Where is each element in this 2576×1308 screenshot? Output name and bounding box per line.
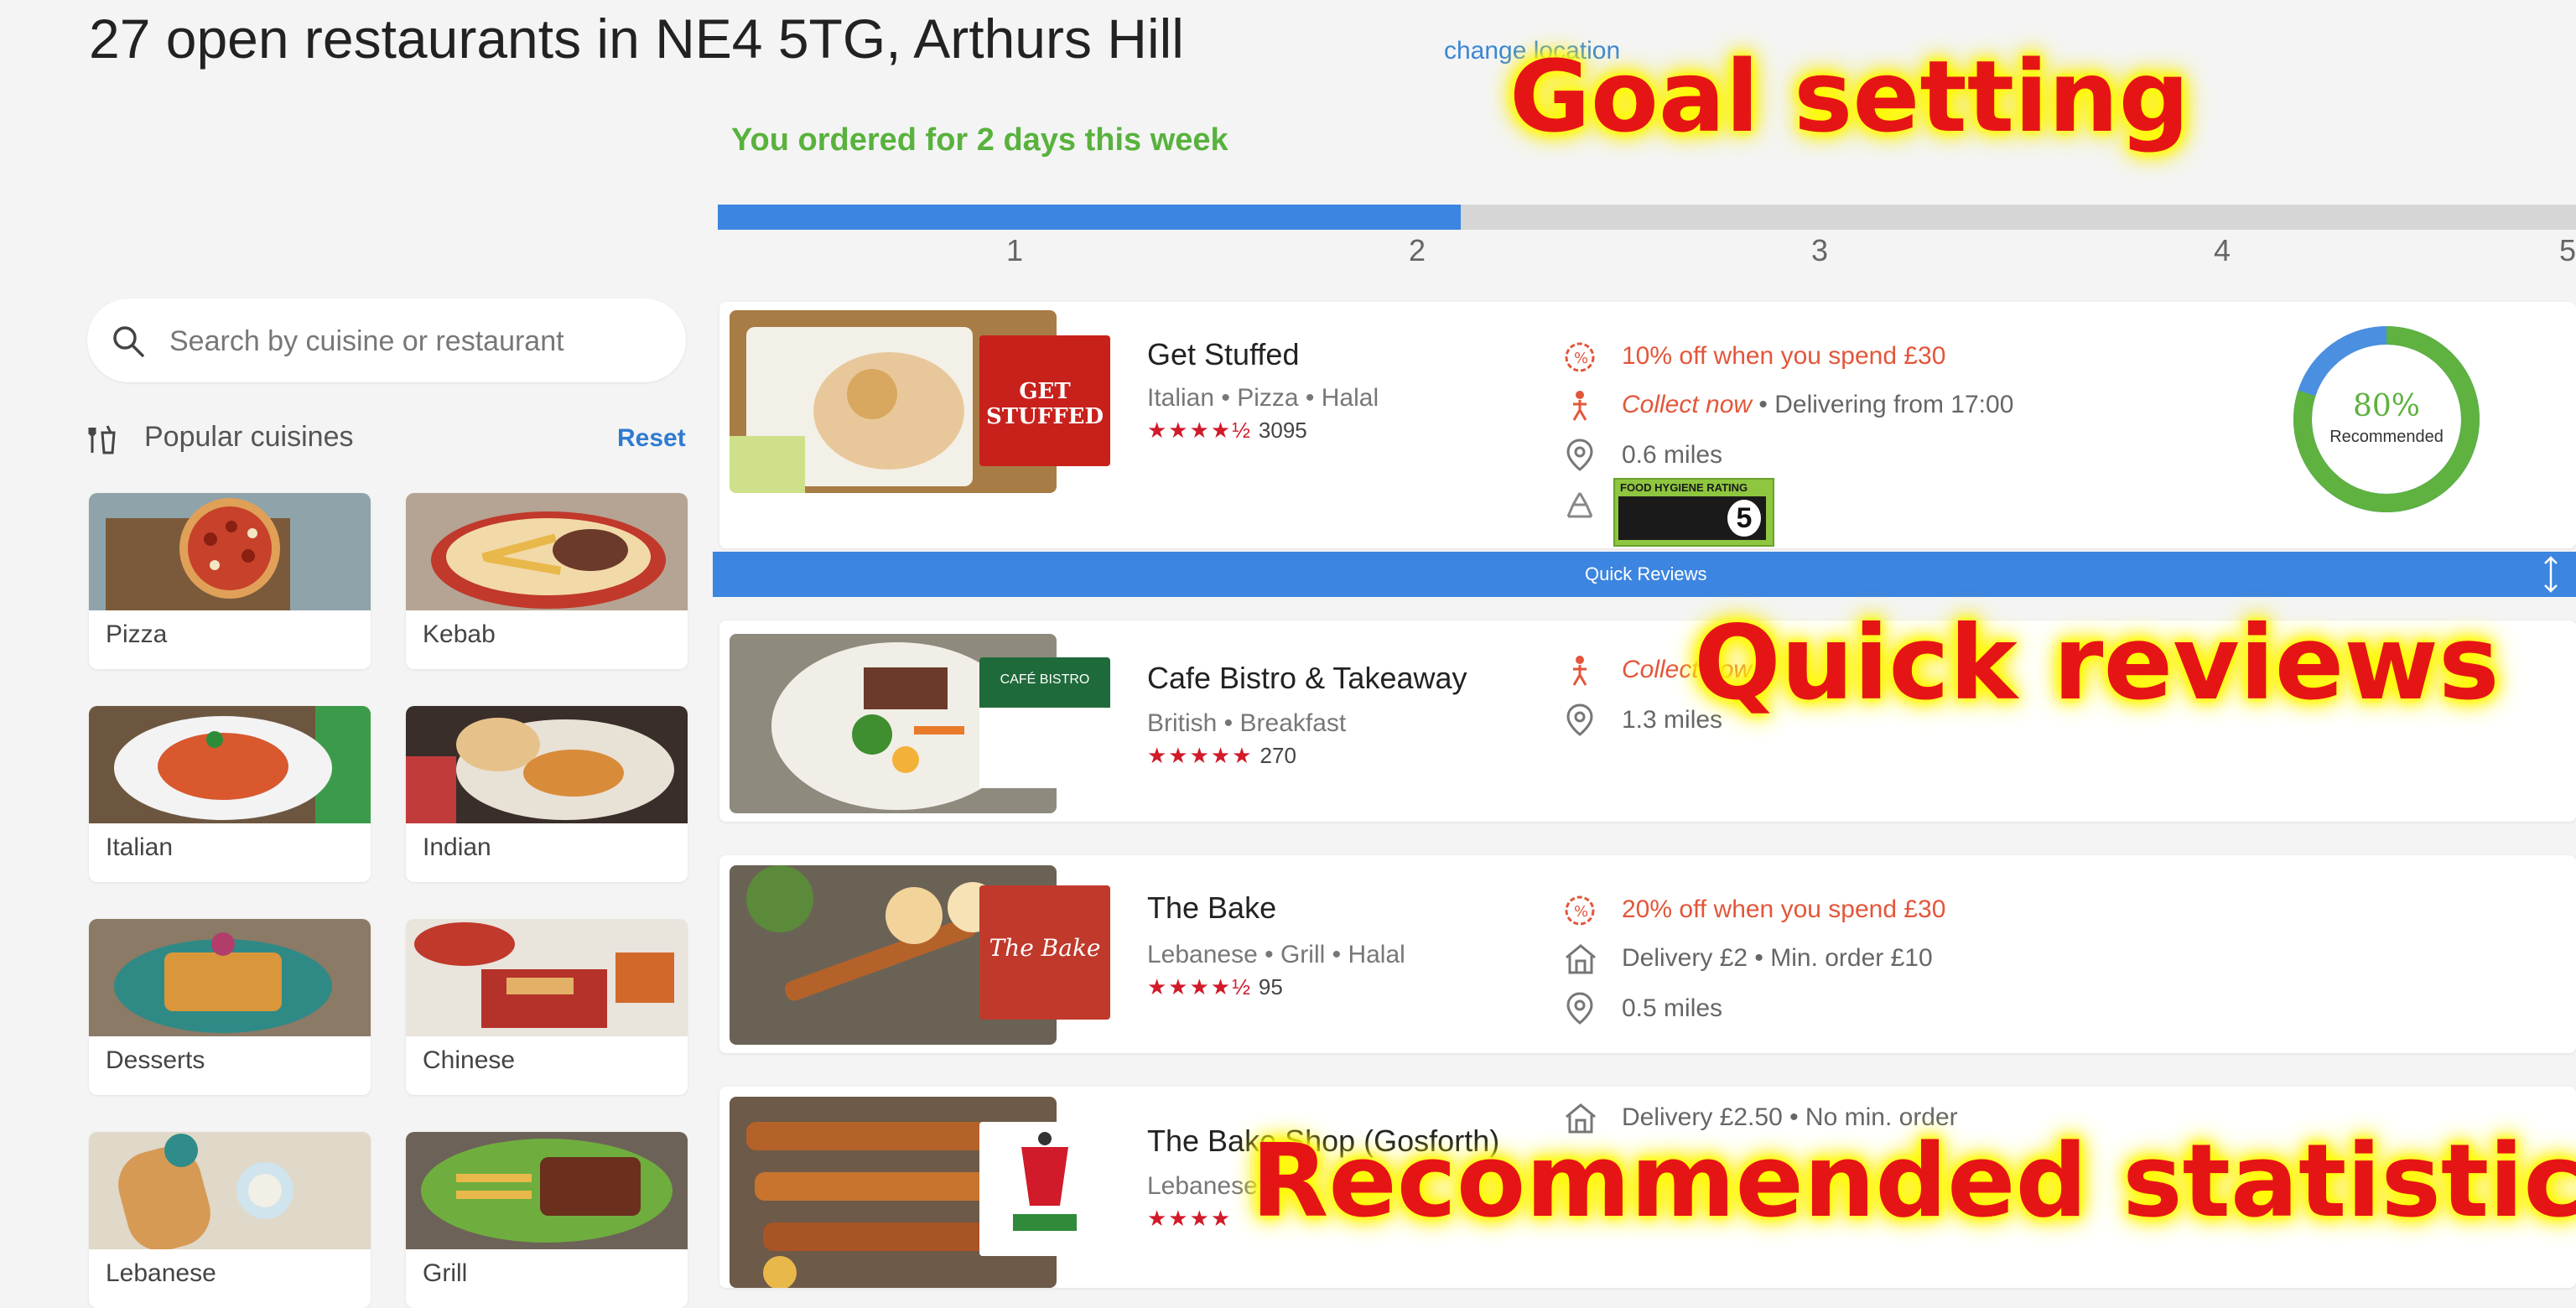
- collect-icon: [1572, 391, 1587, 421]
- delivery-time: • Delivering from 17:00: [1752, 391, 2014, 418]
- chinese-image: [406, 919, 688, 1036]
- cuisine-card-pizza[interactable]: Pizza: [89, 493, 371, 669]
- logo-text: The Bake: [989, 934, 1101, 962]
- kebab-image: [406, 493, 688, 610]
- annotation-quick-reviews: Quick reviews: [1694, 604, 2500, 723]
- cuisine-label: Italian: [106, 833, 174, 861]
- page-title: 27 open restaurants in NE4 5TG, Arthurs …: [89, 8, 1184, 70]
- cuisine-card-italian[interactable]: Italian: [89, 706, 371, 882]
- delivery-text: Delivery £2 • Min. order £10: [1622, 944, 1933, 972]
- goal-progress-bar: [718, 205, 2576, 230]
- popular-cuisines-heading: Popular cuisines: [144, 421, 354, 453]
- resize-icon[interactable]: [2541, 555, 2561, 594]
- hygiene-title: FOOD HYGIENE RATING: [1620, 481, 1748, 494]
- rating-stars: ★★★★: [1147, 1206, 1233, 1231]
- collect-now-link[interactable]: Collect now: [1622, 391, 1752, 418]
- restaurant-cuisines: Lebanese • Grill • Halal: [1147, 941, 1405, 968]
- lebanese-image: [89, 1132, 371, 1249]
- location-icon: [1566, 439, 1593, 471]
- progress-tick: 2: [1409, 233, 1426, 267]
- search-box[interactable]: [87, 298, 686, 382]
- restaurant-cuisines: British • Breakfast: [1147, 709, 1347, 737]
- rating-stars: ★★★★½: [1147, 974, 1252, 999]
- weekly-goal-text: You ordered for 2 days this week: [731, 122, 1228, 158]
- progress-tick: 4: [2214, 233, 2231, 267]
- quick-reviews-bar[interactable]: Quick Reviews: [713, 552, 2576, 597]
- restaurant-cuisines: Lebanese: [1147, 1172, 1258, 1200]
- rating-stars: ★★★★★: [1147, 743, 1254, 768]
- cuisine-card-grill[interactable]: Grill: [406, 1132, 688, 1308]
- location-icon: [1566, 992, 1593, 1025]
- offer-text: 10% off when you spend £30: [1622, 342, 1946, 370]
- grill-image: [406, 1132, 688, 1249]
- restaurant-logo: CAFÉ BISTRO: [979, 657, 1110, 788]
- restaurant-logo: GET STUFFED: [979, 335, 1110, 466]
- restaurant-logo: The Bake: [979, 885, 1110, 1020]
- cuisine-card-kebab[interactable]: Kebab: [406, 493, 688, 669]
- progress-tick: 3: [1811, 233, 1829, 267]
- review-count: 95: [1258, 974, 1283, 999]
- annotation-recommended-statistics: Recommended statistics: [1251, 1124, 2576, 1240]
- distance-text: 0.5 miles: [1622, 994, 1723, 1022]
- cuisine-label: Chinese: [423, 1046, 516, 1074]
- restaurant-name[interactable]: The Bake: [1147, 890, 1276, 926]
- progress-tick: 1: [1006, 233, 1024, 267]
- annotation-goal-setting: Goal setting: [1509, 39, 2190, 154]
- hygiene-scale: 5: [1618, 496, 1766, 540]
- cuisine-label: Pizza: [106, 620, 168, 648]
- recommended-label: Recommended: [2329, 428, 2444, 446]
- restaurant-logo: [979, 1122, 1110, 1256]
- offer-text: 20% off when you spend £30: [1622, 895, 1946, 923]
- desserts-image: [89, 919, 371, 1036]
- collect-delivery-text: Collect now • Delivering from 17:00: [1622, 391, 2013, 419]
- restaurant-cuisines: Italian • Pizza • Halal: [1147, 384, 1379, 412]
- reset-button[interactable]: Reset: [617, 424, 686, 453]
- review-count: 3095: [1258, 418, 1307, 443]
- hygiene-score: 5: [1727, 500, 1761, 537]
- italian-image: [89, 706, 371, 823]
- recycle-icon: [1566, 492, 1593, 518]
- cuisine-label: Desserts: [106, 1046, 205, 1074]
- cuisine-card-chinese[interactable]: Chinese: [406, 919, 688, 1095]
- indian-image: [406, 706, 688, 823]
- location-icon: [1566, 703, 1593, 736]
- cuisine-label: Indian: [423, 833, 491, 861]
- svg-text:%: %: [1574, 350, 1588, 367]
- delivery-icon: [1566, 944, 1596, 974]
- search-input[interactable]: [168, 319, 657, 364]
- svg-text:%: %: [1574, 903, 1588, 921]
- restaurant-rating: ★★★★: [1147, 1206, 1232, 1232]
- cuisine-card-indian[interactable]: Indian: [406, 706, 688, 882]
- progress-tick: 5: [2559, 233, 2576, 267]
- restaurant-rating: ★★★★½ 95: [1147, 974, 1283, 1000]
- restaurant-name[interactable]: Cafe Bistro & Takeaway: [1147, 661, 1467, 696]
- goal-progress-fill: [718, 205, 1462, 230]
- distance-text: 0.6 miles: [1622, 441, 1723, 469]
- rating-stars: ★★★★½: [1147, 418, 1252, 443]
- logo-text: CAFÉ BISTRO: [1000, 672, 1090, 687]
- collect-icon: [1572, 656, 1587, 686]
- cuisine-label: Grill: [423, 1259, 468, 1287]
- pizza-image: [89, 493, 371, 610]
- offer-icon: %: [1565, 342, 1595, 372]
- restaurant-card[interactable]: The Bake The Bake Lebanese • Grill • Hal…: [719, 855, 2576, 1053]
- restaurant-card[interactable]: GET STUFFED Get Stuffed Italian • Pizza …: [719, 302, 2576, 548]
- cuisine-card-lebanese[interactable]: Lebanese: [89, 1132, 371, 1308]
- cuisine-icon: [88, 425, 116, 454]
- offer-icon: %: [1565, 895, 1595, 926]
- logo-text: GET STUFFED: [985, 379, 1104, 429]
- restaurant-rating: ★★★★½ 3095: [1147, 418, 1307, 444]
- quick-reviews-label: Quick Reviews: [1585, 563, 1707, 584]
- cuisine-card-desserts[interactable]: Desserts: [89, 919, 371, 1095]
- cuisine-label: Kebab: [423, 620, 496, 648]
- restaurant-rating: ★★★★★ 270: [1147, 743, 1296, 769]
- restaurant-name[interactable]: Get Stuffed: [1147, 337, 1299, 372]
- search-icon: [113, 326, 144, 357]
- recommended-percentage: 80%: [2352, 389, 2420, 423]
- review-count: 270: [1259, 743, 1296, 768]
- cuisine-label: Lebanese: [106, 1259, 216, 1287]
- food-hygiene-rating-badge: FOOD HYGIENE RATING 5: [1613, 478, 1774, 547]
